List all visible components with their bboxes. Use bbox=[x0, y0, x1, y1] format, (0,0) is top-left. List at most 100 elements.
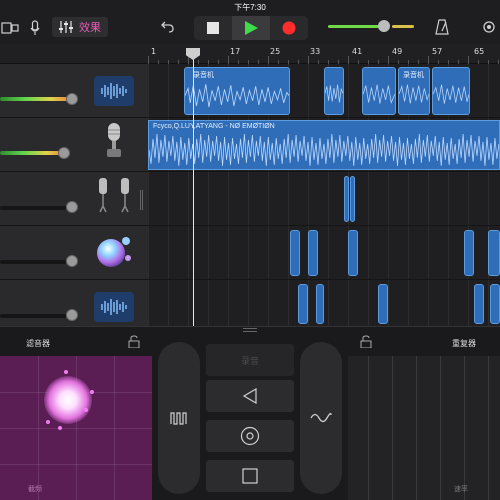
track-volume-meter bbox=[0, 314, 66, 318]
bar-number: 65 bbox=[474, 47, 485, 56]
waveform-icon bbox=[185, 84, 289, 108]
bar-number: 49 bbox=[392, 47, 403, 56]
ruler-tick bbox=[268, 56, 269, 64]
ruler-tick bbox=[228, 56, 229, 64]
ruler-spacer bbox=[0, 44, 148, 64]
repeater-xy-pad[interactable]: 速率 bbox=[348, 356, 500, 500]
transport-controls bbox=[194, 16, 308, 40]
metronome-icon[interactable] bbox=[434, 18, 450, 36]
master-volume-slider[interactable] bbox=[328, 20, 414, 32]
pad-gridline bbox=[464, 356, 465, 500]
synth-region[interactable] bbox=[464, 230, 474, 276]
synth-orb-icon bbox=[94, 236, 134, 267]
gate-icon bbox=[170, 412, 187, 425]
track-header-audio-recorder[interactable] bbox=[0, 64, 148, 118]
waveform-icon bbox=[433, 84, 469, 104]
timeline-area[interactable]: 1 9 17 25 33 41 49 57 65 录音机 录音机 Fcyco,Q… bbox=[148, 44, 500, 326]
stop-button[interactable] bbox=[194, 16, 232, 40]
region-name: 录音机 bbox=[193, 72, 214, 79]
modulation-pill[interactable] bbox=[300, 342, 342, 494]
track-volume-knob[interactable] bbox=[58, 147, 70, 159]
audio-region[interactable] bbox=[316, 284, 324, 324]
waveform-icon bbox=[149, 133, 499, 166]
track-header-synth[interactable] bbox=[0, 226, 148, 280]
filter-x-label: 截频 bbox=[28, 486, 42, 493]
touch-trail-dot bbox=[90, 390, 94, 394]
reverse-triangle-icon bbox=[242, 388, 257, 404]
bar-number: 41 bbox=[352, 47, 363, 56]
touch-trail-dot bbox=[58, 426, 62, 430]
audio-region[interactable]: 录音机 bbox=[398, 67, 430, 115]
waveform-icon bbox=[94, 76, 134, 106]
drum-mics-icon bbox=[94, 178, 134, 213]
play-button[interactable] bbox=[232, 16, 270, 40]
effects-button[interactable]: 效果 bbox=[52, 17, 108, 37]
record-button[interactable] bbox=[270, 16, 308, 40]
synth-region[interactable] bbox=[488, 230, 500, 276]
audio-region[interactable] bbox=[378, 284, 388, 324]
track-header-vocal[interactable] bbox=[0, 118, 148, 172]
audio-region[interactable] bbox=[324, 67, 344, 115]
reverse-button[interactable] bbox=[206, 380, 294, 412]
audio-region[interactable] bbox=[474, 284, 484, 324]
stop-square-icon bbox=[242, 468, 258, 484]
lane-drummer[interactable] bbox=[148, 172, 500, 226]
waveform-icon bbox=[399, 84, 429, 104]
panel-resize-handle[interactable] bbox=[243, 328, 257, 332]
turntable-icon bbox=[240, 426, 260, 446]
master-volume-fill bbox=[328, 25, 384, 28]
audio-region[interactable] bbox=[432, 67, 470, 115]
top-toolbar: 下午7:30 效果 bbox=[0, 0, 500, 44]
track-resize-handle[interactable] bbox=[140, 190, 143, 210]
lane-synth[interactable] bbox=[148, 226, 500, 280]
synth-region[interactable] bbox=[348, 230, 358, 276]
filter-touch-point[interactable] bbox=[44, 376, 92, 424]
ruler-tick bbox=[348, 56, 349, 64]
track-volume-meter bbox=[0, 206, 66, 210]
track-volume-knob[interactable] bbox=[66, 309, 78, 321]
vocal-region[interactable]: Fcyco,Q.LUY,ATYANG - NØ EMØTIØN bbox=[148, 120, 500, 170]
lock-icon[interactable] bbox=[360, 335, 372, 348]
stop-icon bbox=[207, 22, 219, 34]
browser-icon[interactable] bbox=[0, 20, 20, 36]
drum-region[interactable] bbox=[344, 176, 349, 222]
pad-gridline bbox=[392, 356, 393, 500]
ruler-tick bbox=[148, 56, 149, 64]
master-volume-track bbox=[392, 25, 414, 28]
master-volume-knob[interactable] bbox=[378, 20, 390, 32]
gate-pill[interactable] bbox=[158, 342, 200, 494]
record-fx-button[interactable]: 录音 bbox=[206, 344, 294, 376]
audio-region[interactable] bbox=[298, 284, 308, 324]
audio-region[interactable]: 录音机 bbox=[184, 67, 290, 115]
ruler-tick bbox=[308, 56, 309, 64]
waveform-icon bbox=[94, 292, 134, 322]
track-volume-knob[interactable] bbox=[66, 93, 78, 105]
track-header-drummer[interactable] bbox=[0, 172, 148, 226]
drum-region[interactable] bbox=[350, 176, 355, 222]
scratch-button[interactable] bbox=[206, 420, 294, 452]
pad-gridline bbox=[368, 356, 369, 500]
synth-region[interactable] bbox=[290, 230, 300, 276]
settings-icon[interactable] bbox=[480, 18, 498, 36]
pad-gridline bbox=[488, 356, 489, 500]
microphone-icon bbox=[94, 123, 134, 157]
ruler-tick bbox=[428, 56, 429, 64]
microphone-icon[interactable] bbox=[28, 19, 42, 37]
synth-region[interactable] bbox=[308, 230, 318, 276]
bar-ruler[interactable]: 1 9 17 25 33 41 49 57 65 bbox=[148, 44, 500, 64]
bar-number: 25 bbox=[270, 47, 281, 56]
stop-fx-button[interactable] bbox=[206, 460, 294, 492]
lock-icon[interactable] bbox=[128, 335, 140, 348]
ruler-tick bbox=[468, 56, 469, 64]
track-volume-knob[interactable] bbox=[66, 255, 78, 267]
sine-wave-icon bbox=[310, 412, 332, 423]
audio-region[interactable] bbox=[490, 284, 500, 324]
track-volume-meter bbox=[0, 260, 66, 264]
track-volume-knob[interactable] bbox=[66, 201, 78, 213]
lane-audio-2[interactable] bbox=[148, 280, 500, 326]
filter-xy-pad[interactable]: 截频 bbox=[0, 356, 152, 500]
touch-trail-dot bbox=[84, 408, 88, 412]
undo-icon[interactable] bbox=[160, 19, 176, 35]
track-volume-meter bbox=[0, 97, 76, 101]
audio-region[interactable] bbox=[362, 67, 396, 115]
